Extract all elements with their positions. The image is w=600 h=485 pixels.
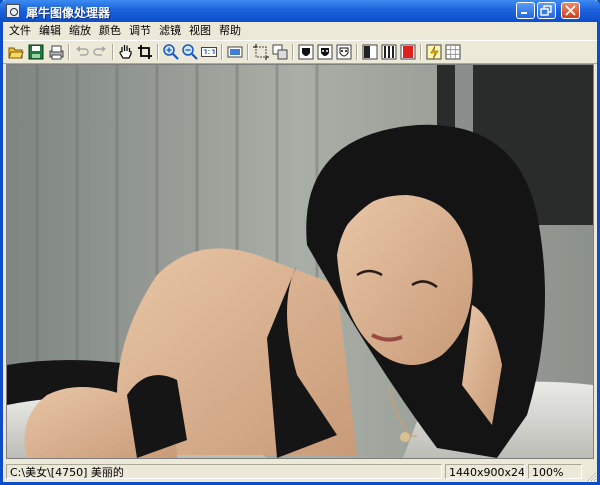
toolbar-separator [157, 44, 159, 60]
menu-help[interactable]: 帮助 [219, 24, 241, 38]
close-button[interactable] [561, 2, 580, 19]
zoom-out-button[interactable] [181, 43, 199, 61]
mask-icon [298, 44, 314, 60]
close-icon [565, 5, 576, 16]
fit-window-button[interactable] [226, 43, 244, 61]
menu-view[interactable]: 视图 [189, 24, 211, 38]
menu-edit[interactable]: 编辑 [39, 24, 61, 38]
actual-size-icon [201, 47, 217, 57]
mask-tool-3-button[interactable] [335, 43, 353, 61]
undo-button[interactable] [73, 43, 91, 61]
app-window: 犀牛图像处理器 文件 编辑 缩放 颜色 调节 滤镜 视图 帮助 C:\美女\[4… [0, 0, 600, 485]
crop-button[interactable] [136, 43, 154, 61]
mask-tool-2-button[interactable] [316, 43, 334, 61]
grayscale-icon [362, 44, 378, 60]
minimize-button[interactable] [516, 2, 535, 19]
open-folder-icon [8, 47, 24, 59]
maximize-button[interactable] [537, 2, 556, 19]
minimize-icon [521, 12, 527, 14]
pan-button[interactable] [117, 43, 135, 61]
columns-icon [381, 44, 397, 60]
sharpen-button[interactable] [425, 43, 443, 61]
zoom-out-icon [182, 44, 198, 60]
fit-window-icon [227, 46, 243, 58]
app-icon[interactable] [6, 4, 20, 18]
menu-file[interactable]: 文件 [9, 24, 31, 38]
menu-color[interactable]: 颜色 [99, 24, 121, 38]
canvas-size-icon [272, 44, 288, 60]
restore-icon [540, 5, 552, 16]
toolbar-separator [221, 44, 223, 60]
zoom-in-icon [163, 44, 179, 60]
menu-bar: 文件 编辑 缩放 颜色 调节 滤镜 视图 帮助 [3, 22, 597, 40]
save-icon [28, 44, 44, 60]
grid-icon [445, 44, 461, 60]
mask-icon [336, 44, 352, 60]
hand-pan-icon [119, 45, 132, 59]
photo-image [7, 65, 593, 458]
resize-grip-icon[interactable] [585, 470, 597, 482]
zoom-in-button[interactable] [162, 43, 180, 61]
crop-icon [138, 45, 152, 59]
image-canvas[interactable] [6, 64, 594, 459]
toolbar-separator [68, 44, 70, 60]
status-dimensions: 1440x900x24bpp [445, 464, 525, 479]
grayscale-button[interactable] [361, 43, 379, 61]
window-title: 犀牛图像处理器 [26, 6, 111, 20]
toolbar-separator [292, 44, 294, 60]
toolbar-separator [356, 44, 358, 60]
status-zoom: 100% [528, 464, 582, 479]
menu-adjust[interactable]: 调节 [129, 24, 151, 38]
toolbar-separator [112, 44, 114, 60]
redo-button[interactable] [91, 43, 109, 61]
save-button[interactable] [27, 43, 45, 61]
resize-icon [253, 44, 269, 60]
actual-size-button[interactable] [200, 43, 218, 61]
sharpen-icon [426, 44, 442, 60]
toolbar [3, 40, 597, 64]
status-bar: C:\美女\[4750] 美丽的 1440x900x24bpp 100% [3, 461, 597, 482]
canvas-size-button[interactable] [271, 43, 289, 61]
red-channel-button[interactable] [399, 43, 417, 61]
title-bar[interactable]: 犀牛图像处理器 [0, 0, 600, 22]
mask-icon [317, 44, 333, 60]
print-icon [49, 45, 64, 60]
open-button[interactable] [7, 43, 25, 61]
toolbar-separator [247, 44, 249, 60]
red-channel-icon [400, 44, 416, 60]
columns-button[interactable] [380, 43, 398, 61]
mask-tool-1-button[interactable] [297, 43, 315, 61]
undo-icon [76, 46, 89, 56]
status-file-path: C:\美女\[4750] 美丽的 [6, 464, 442, 479]
print-button[interactable] [47, 43, 65, 61]
menu-filter[interactable]: 滤镜 [159, 24, 181, 38]
toolbar-separator [420, 44, 422, 60]
menu-zoom[interactable]: 缩放 [69, 24, 91, 38]
resize-button[interactable] [252, 43, 270, 61]
grid-button[interactable] [444, 43, 462, 61]
redo-icon [93, 46, 106, 56]
